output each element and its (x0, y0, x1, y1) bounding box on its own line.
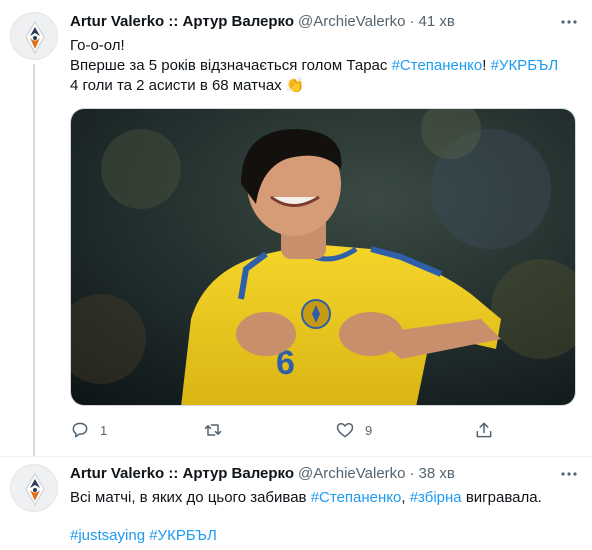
retweet-button[interactable] (202, 418, 234, 442)
tweet-line: Всі матчі, в яких до цього забивав #Степ… (70, 488, 570, 508)
author-handle[interactable]: @ArchieValerko (298, 12, 406, 32)
text-segment: ! (482, 57, 491, 74)
tweet-line: Го-о-ол! (70, 37, 125, 54)
hashtag-link[interactable]: #Степаненко (311, 489, 402, 506)
text-segment: 4 голи та 2 асисти в 68 матчах (70, 77, 282, 94)
share-icon (476, 422, 492, 438)
author-name[interactable]: Artur Valerko :: Артур Валерко (70, 12, 294, 32)
football-player-photo: 6 (71, 109, 575, 405)
tweet-time[interactable]: 38 хв (419, 464, 455, 484)
avatar-logo-icon (11, 13, 57, 59)
reply-button[interactable]: 1 (70, 418, 107, 442)
tweet-actions: 1 9 (70, 418, 500, 442)
clapping-hands-emoji: 👏 (285, 77, 305, 94)
tweet-line: Вперше за 5 років відзначається голом Та… (70, 56, 570, 76)
share-button[interactable] (474, 418, 494, 442)
tweet-hashtags: #justsaying #УКРБЪЛ (70, 526, 217, 546)
more-button[interactable] (558, 11, 580, 33)
tweet-line: 4 голи та 2 асисти в 68 матчах 👏 (70, 76, 570, 96)
separator-dot: · (409, 465, 415, 482)
hashtag-link[interactable]: #Степаненко (392, 57, 483, 74)
hashtag-link[interactable]: #justsaying (70, 527, 145, 544)
author-handle[interactable]: @ArchieValerko (298, 464, 406, 484)
tweet[interactable]: Artur Valerko :: Артур Валерко @ArchieVa… (0, 0, 592, 456)
tweet-header: Artur Valerko :: Артур Валерко @ArchieVa… (70, 12, 455, 32)
tweet-photo[interactable]: 6 (70, 108, 576, 406)
text-segment: Вперше за 5 років відзначається голом Та… (70, 57, 392, 74)
like-button[interactable]: 9 (335, 418, 372, 442)
text-segment: вигравала. (461, 489, 542, 506)
hashtag-link[interactable]: #УКРБЪЛ (491, 57, 559, 74)
tweet-text: Всі матчі, в яких до цього забивав #Степ… (70, 488, 570, 508)
separator-dot: · (409, 13, 415, 30)
hashtag-link[interactable]: #збірна (410, 489, 462, 506)
like-count: 9 (365, 422, 373, 438)
hashtag-link[interactable]: #УКРБЪЛ (149, 527, 217, 544)
text-segment: , (401, 489, 410, 506)
tweet-text: Го-о-ол! Вперше за 5 років відзначається… (70, 36, 570, 96)
reply-icon (72, 422, 88, 438)
more-icon (561, 20, 577, 24)
avatar[interactable] (10, 12, 58, 60)
author-name[interactable]: Artur Valerko :: Артур Валерко (70, 464, 294, 484)
reply-count: 1 (100, 422, 108, 438)
retweet-icon (204, 424, 222, 436)
avatar-logo-icon (11, 465, 57, 511)
like-icon (336, 423, 354, 438)
more-icon (561, 472, 577, 476)
tweet-header: Artur Valerko :: Артур Валерко @ArchieVa… (70, 464, 455, 484)
text-segment: Всі матчі, в яких до цього забивав (70, 489, 311, 506)
avatar[interactable] (10, 464, 58, 512)
more-button[interactable] (558, 463, 580, 485)
thread-line (33, 64, 35, 456)
tweet[interactable]: Artur Valerko :: Артур Валерко @ArchieVa… (0, 456, 592, 550)
tweet-time[interactable]: 41 хв (419, 12, 455, 32)
